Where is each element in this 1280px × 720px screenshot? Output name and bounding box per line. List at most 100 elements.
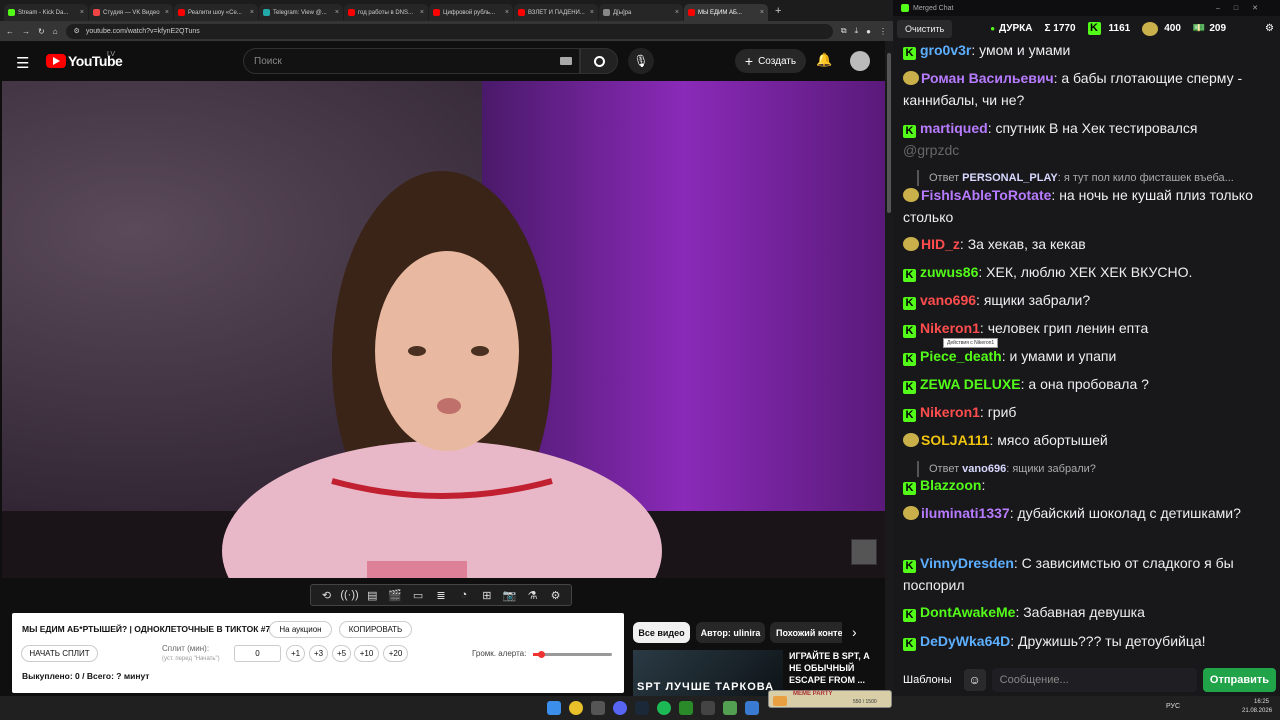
chip-similar[interactable]: Похожий конте	[770, 622, 842, 643]
close-tab-icon[interactable]: ×	[760, 9, 764, 16]
download-icon[interactable]: ⤓	[855, 26, 859, 36]
hamburger-menu-icon[interactable]: ☰	[16, 54, 29, 72]
add-10-button[interactable]: +10	[354, 645, 379, 662]
close-tab-icon[interactable]: ×	[335, 9, 339, 16]
browser-tab[interactable]: Telegram: View @... ×	[259, 4, 343, 21]
alert-volume-slider[interactable]	[533, 651, 612, 658]
add-3-button[interactable]: +3	[309, 645, 328, 662]
add-5-button[interactable]: +5	[332, 645, 351, 662]
chat-username[interactable]: HID_z	[921, 236, 960, 252]
browser-menu-icon[interactable]: ⋮	[879, 27, 887, 36]
close-tab-icon[interactable]: ×	[165, 9, 169, 16]
split-minutes-input[interactable]: 0	[234, 645, 281, 662]
keyboard-icon[interactable]	[560, 57, 572, 65]
discord-icon[interactable]	[613, 701, 627, 715]
audio-icon[interactable]: ((·))	[340, 589, 358, 601]
app-icon[interactable]	[745, 701, 759, 715]
browser-tab[interactable]: Реалити шоу «Се... ×	[174, 4, 258, 21]
search-input[interactable]: Поиск	[243, 48, 580, 74]
chat-username[interactable]: DeDyWka64D	[920, 633, 1010, 649]
browser-tab[interactable]: Stream - Kick Da... ×	[4, 4, 88, 21]
terminal-icon[interactable]	[591, 701, 605, 715]
chat-username[interactable]: vano696	[920, 292, 976, 308]
home-icon[interactable]: ⌂	[53, 27, 58, 36]
templates-button[interactable]: Шаблоны	[897, 674, 958, 686]
browser-tab[interactable]: Цифровой рубль... ×	[429, 4, 513, 21]
add-1-button[interactable]: +1	[286, 645, 305, 662]
video-player[interactable]	[2, 81, 885, 578]
page-scrollbar[interactable]	[885, 41, 893, 696]
language-indicator[interactable]: РУС	[1166, 703, 1180, 710]
browser-tab[interactable]: Студия — VK Видео ×	[89, 4, 173, 21]
avatar[interactable]	[850, 51, 870, 71]
settings-gear-icon[interactable]: ⚙	[1265, 23, 1274, 34]
clapper-icon[interactable]: 🎬	[386, 589, 404, 602]
site-info-icon[interactable]: ⚙	[74, 27, 80, 35]
search-button[interactable]	[580, 48, 618, 74]
close-tab-icon[interactable]: ×	[420, 9, 424, 16]
clock-date[interactable]: 21.08.2026	[1242, 708, 1272, 714]
flask-icon[interactable]: ⚗	[524, 589, 542, 602]
chip-author[interactable]: Автор: ulinira	[696, 622, 765, 643]
chat-username[interactable]: Blazzoon	[920, 477, 981, 493]
reload-icon[interactable]: ↻	[38, 27, 45, 36]
chat-username[interactable]: FishIsAbleToRotate	[921, 187, 1051, 203]
app-icon[interactable]	[701, 701, 715, 715]
repeat-icon[interactable]: ⟲	[317, 589, 335, 602]
menu-icon[interactable]: ▤	[363, 589, 381, 602]
add-icon[interactable]: ⊞	[478, 589, 496, 602]
back-icon[interactable]: ←	[6, 27, 14, 36]
close-tab-icon[interactable]: ×	[250, 9, 254, 16]
close-tab-icon[interactable]: ×	[675, 9, 679, 16]
related-video-thumbnail[interactable]: SPT ЛУЧШЕ ТАРКОВА	[633, 650, 783, 696]
add-20-button[interactable]: +20	[383, 645, 408, 662]
channel-watermark[interactable]	[851, 539, 877, 565]
start-split-button[interactable]: НАЧАТЬ СПЛИТ	[21, 645, 98, 662]
create-button[interactable]: + Создать	[735, 49, 806, 73]
speed-icon[interactable]: ◔	[455, 589, 473, 601]
chat-username[interactable]: iluminati1337	[921, 505, 1010, 521]
chat-username[interactable]: SOLJA111	[921, 432, 990, 448]
chevron-right-icon[interactable]: ›	[852, 624, 857, 640]
camera-icon[interactable]: 📷	[501, 589, 519, 602]
related-video-title[interactable]: ИГРАЙТЕ В SPT, А НЕ ОБЫЧНЫЙ ESCAPE FROM …	[789, 650, 874, 686]
emoji-button[interactable]: ☺	[963, 669, 986, 691]
browser-tab[interactable]: год работы в DNS... ×	[344, 4, 428, 21]
close-tab-icon[interactable]: ×	[590, 9, 594, 16]
voice-search-button[interactable]: 🎙	[628, 48, 654, 74]
extensions-icon[interactable]: ⧉	[841, 26, 847, 36]
spotify-icon[interactable]	[657, 701, 671, 715]
chat-username[interactable]: ZEWA DELUXE	[920, 376, 1021, 392]
chat-username[interactable]: VinnyDresden	[920, 555, 1014, 571]
list-icon[interactable]: ≣	[432, 589, 450, 602]
steam-icon[interactable]	[635, 701, 649, 715]
youtube-logo-icon[interactable]	[46, 54, 66, 68]
chat-username[interactable]: DontAwakeMe	[920, 604, 1015, 620]
chat-username[interactable]: gro0v3r	[920, 42, 971, 58]
app-icon[interactable]	[723, 701, 737, 715]
close-tab-icon[interactable]: ×	[505, 9, 509, 16]
chat-username[interactable]: zuwus86	[920, 264, 978, 280]
close-tab-icon[interactable]: ×	[80, 9, 84, 16]
auction-button[interactable]: На аукцион	[269, 621, 332, 638]
chat-username[interactable]: martiqued	[920, 120, 988, 136]
browser-tab[interactable]: МЫ ЕДИМ АБ... ×	[684, 4, 768, 21]
browser-tab[interactable]: Д[ы]ра ×	[599, 4, 683, 21]
chat-username[interactable]: Nikeron1	[920, 320, 980, 336]
message-input[interactable]: Сообщение...	[991, 668, 1197, 692]
reply-username[interactable]: PERSONAL_PLAY	[962, 172, 1058, 184]
forward-icon[interactable]: →	[22, 27, 30, 36]
frame-icon[interactable]: ▭	[409, 589, 427, 602]
clear-button[interactable]: Очистить	[897, 19, 953, 38]
chat-username[interactable]: Роман Васильевич	[921, 70, 1054, 86]
browser-tab[interactable]: ВЗЛЕТ И ПАДЕНИ... ×	[514, 4, 598, 21]
chrome-icon[interactable]	[569, 701, 583, 715]
copy-button[interactable]: КОПИРОВАТЬ	[339, 621, 412, 638]
start-icon[interactable]	[547, 701, 561, 715]
notifications-bell-icon[interactable]: 🔔	[816, 52, 832, 68]
chat-username[interactable]: Nikeron1	[920, 404, 980, 420]
address-bar[interactable]: ⚙ youtube.com/watch?v=kfynE2QTuns	[65, 23, 833, 39]
gear-icon[interactable]: ⚙	[547, 589, 565, 602]
obs-icon[interactable]	[679, 701, 693, 715]
send-button[interactable]: Отправить	[1202, 668, 1276, 692]
